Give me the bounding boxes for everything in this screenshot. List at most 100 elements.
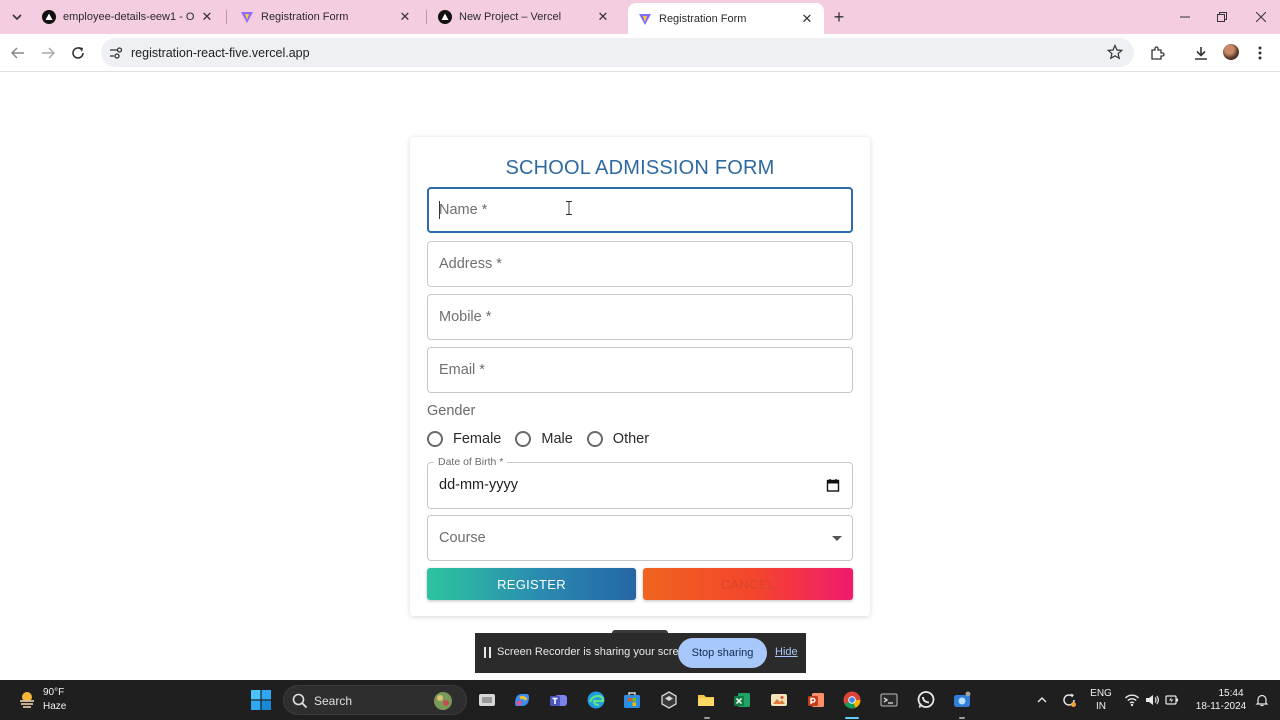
show-hidden-icons-button[interactable] bbox=[1030, 688, 1054, 712]
tab-close-icon[interactable]: ✕ bbox=[398, 10, 412, 24]
url-text[interactable]: registration-react-five.vercel.app bbox=[131, 46, 310, 60]
hide-link[interactable]: Hide bbox=[775, 646, 798, 658]
battery-button[interactable] bbox=[1160, 688, 1184, 712]
start-button[interactable] bbox=[249, 688, 273, 712]
photos-app[interactable] bbox=[767, 688, 791, 712]
browser-menu-button[interactable] bbox=[1250, 43, 1270, 63]
new-tab-button[interactable]: + bbox=[829, 7, 849, 27]
tab-close-icon[interactable]: ✕ bbox=[596, 10, 610, 24]
address-input[interactable]: Address * bbox=[427, 241, 853, 287]
weather-haze-icon[interactable] bbox=[17, 689, 37, 709]
admission-form-card: SCHOOL ADMISSION FORM Name * Address * M… bbox=[410, 137, 870, 616]
wifi-icon bbox=[1124, 694, 1140, 707]
terminal-icon bbox=[880, 693, 898, 707]
minimize-button[interactable] bbox=[1174, 7, 1196, 27]
taskbar-app[interactable] bbox=[657, 688, 681, 712]
clock-time[interactable]: 15:44 bbox=[1210, 688, 1252, 699]
vercel-triangle-icon bbox=[42, 10, 56, 24]
chrome-app[interactable] bbox=[840, 688, 864, 712]
language-indicator[interactable]: ENG bbox=[1088, 688, 1114, 699]
tab-employee-details[interactable]: employee-details-eew1 - Overv ✕ bbox=[32, 4, 224, 30]
text-cursor-icon bbox=[566, 201, 572, 215]
excel-app[interactable] bbox=[730, 688, 754, 712]
tab-close-icon[interactable]: ✕ bbox=[800, 11, 814, 26]
dob-value[interactable]: dd-mm-yyyy bbox=[439, 477, 518, 493]
bell-icon bbox=[1255, 694, 1269, 707]
radio-button[interactable] bbox=[515, 431, 532, 447]
chevron-down-icon bbox=[12, 14, 22, 21]
taskbar-search[interactable]: Search bbox=[283, 685, 467, 715]
sync-icon bbox=[1063, 693, 1076, 707]
forward-button[interactable] bbox=[37, 42, 59, 64]
radio-label: Male bbox=[541, 431, 573, 447]
stop-sharing-button[interactable]: Stop sharing bbox=[678, 638, 767, 668]
back-button[interactable] bbox=[7, 42, 29, 64]
gender-option-other[interactable]: Other bbox=[586, 431, 649, 447]
gender-option-female[interactable]: Female bbox=[427, 431, 501, 447]
cancel-button[interactable]: CANCEL bbox=[643, 568, 853, 600]
mobile-input[interactable]: Mobile * bbox=[427, 294, 853, 340]
running-indicator-active bbox=[845, 717, 859, 719]
more-vert-icon bbox=[1258, 46, 1262, 60]
address-bar[interactable]: registration-react-five.vercel.app bbox=[101, 38, 1134, 67]
puzzle-icon bbox=[1151, 46, 1165, 60]
language-region[interactable]: IN bbox=[1088, 701, 1114, 712]
battery-charging-icon bbox=[1165, 695, 1178, 705]
running-indicator bbox=[959, 717, 965, 719]
weather-condition[interactable]: Haze bbox=[43, 701, 66, 712]
radio-button[interactable] bbox=[427, 431, 443, 447]
tab-search-button[interactable] bbox=[5, 5, 29, 29]
course-select[interactable]: Course bbox=[427, 515, 853, 561]
whatsapp-app[interactable] bbox=[914, 688, 938, 712]
teams-app[interactable] bbox=[547, 688, 571, 712]
extensions-button[interactable] bbox=[1147, 43, 1167, 63]
tab-strip: employee-details-eew1 - Overv ✕ Registra… bbox=[0, 0, 1280, 34]
gender-radio-group: Female Male Other bbox=[427, 429, 663, 449]
site-settings-icon[interactable] bbox=[108, 45, 124, 61]
clock-date[interactable]: 18-11-2024 bbox=[1191, 701, 1251, 712]
restore-button[interactable] bbox=[1211, 7, 1233, 27]
search-label: Search bbox=[314, 694, 353, 708]
close-icon bbox=[1256, 12, 1266, 22]
speaker-icon bbox=[1146, 695, 1159, 705]
profile-avatar[interactable] bbox=[1223, 44, 1239, 60]
weather-temperature[interactable]: 90°F bbox=[43, 687, 64, 698]
close-window-button[interactable] bbox=[1250, 7, 1272, 27]
copilot-app[interactable] bbox=[510, 688, 534, 712]
dob-label: Date of Birth * bbox=[434, 456, 508, 468]
tab-new-project-vercel[interactable]: New Project – Vercel ✕ bbox=[428, 4, 620, 30]
tab-registration-form[interactable]: Registration Form ✕ bbox=[230, 4, 422, 30]
tray-app[interactable] bbox=[1057, 688, 1081, 712]
hexagon-app-icon bbox=[661, 691, 677, 709]
folder-icon bbox=[698, 695, 714, 706]
tab-separator bbox=[226, 10, 227, 24]
calendar-icon[interactable] bbox=[826, 478, 840, 492]
screen-recorder-app[interactable] bbox=[950, 688, 974, 712]
notifications-button[interactable] bbox=[1250, 688, 1274, 712]
bookmark-star-icon[interactable] bbox=[1106, 44, 1124, 60]
radio-button[interactable] bbox=[586, 431, 603, 447]
dropdown-arrow-icon[interactable] bbox=[832, 536, 842, 541]
gender-option-male[interactable]: Male bbox=[515, 431, 573, 447]
file-explorer-app[interactable] bbox=[694, 688, 718, 712]
minimize-icon bbox=[1180, 16, 1190, 18]
terminal-app[interactable] bbox=[877, 688, 901, 712]
search-icon bbox=[292, 693, 308, 709]
windows-taskbar: 90°F Haze Search ENG IN 15:44 18-11-2024 bbox=[0, 680, 1280, 720]
edge-app[interactable] bbox=[584, 688, 608, 712]
powerpoint-app[interactable] bbox=[804, 688, 828, 712]
email-placeholder: Email * bbox=[439, 362, 485, 378]
email-input[interactable]: Email * bbox=[427, 347, 853, 393]
task-view-button[interactable] bbox=[475, 688, 499, 712]
name-input[interactable]: Name * bbox=[427, 187, 853, 233]
form-title: SCHOOL ADMISSION FORM bbox=[505, 157, 775, 179]
tab-close-icon[interactable]: ✕ bbox=[200, 10, 214, 24]
register-button[interactable]: REGISTER bbox=[427, 568, 636, 600]
tab-registration-form-active[interactable]: Registration Form ✕ bbox=[628, 3, 824, 34]
reload-button[interactable] bbox=[67, 42, 89, 64]
name-placeholder: Name * bbox=[439, 202, 488, 218]
downloads-button[interactable] bbox=[1191, 43, 1211, 63]
whatsapp-icon bbox=[917, 691, 935, 708]
microsoft-store-app[interactable] bbox=[620, 688, 644, 712]
gender-label: Gender bbox=[427, 403, 476, 419]
